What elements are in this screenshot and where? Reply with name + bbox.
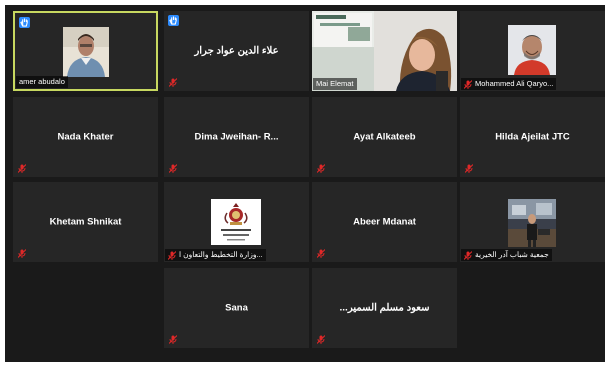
muted-mic-icon bbox=[169, 78, 177, 87]
video-tile-abeer[interactable]: Abeer Mdanat bbox=[312, 182, 457, 262]
participant-name-label: Mai Elemat bbox=[313, 78, 357, 90]
video-tile-dima[interactable]: Dima Jweihan- R... bbox=[164, 97, 309, 177]
muted-mic-icon bbox=[464, 79, 472, 89]
muted-mic-icon bbox=[317, 164, 325, 173]
participant-name-label: Mohammed Ali Qaryo... bbox=[461, 78, 557, 90]
participant-name-label: جمعية شباب آدر الخيرية bbox=[461, 249, 552, 261]
participant-photo bbox=[508, 199, 556, 247]
participant-photo bbox=[508, 25, 556, 75]
video-tile-hilda[interactable]: Hilda Ajeilat JTC bbox=[460, 97, 605, 177]
participant-name: Sana bbox=[225, 302, 248, 314]
ministry-logo bbox=[211, 199, 261, 245]
video-tile-ministry[interactable]: وزارة التخطيط والتعاون ا... bbox=[164, 182, 309, 262]
muted-mic-icon bbox=[169, 335, 177, 344]
muted-mic-icon bbox=[168, 250, 176, 260]
video-tile-mai[interactable]: Mai Elemat bbox=[312, 11, 457, 91]
muted-mic-icon bbox=[169, 164, 177, 173]
video-tile-adar[interactable]: جمعية شباب آدر الخيرية bbox=[460, 182, 605, 262]
participant-name: Hilda Ajeilat JTC bbox=[495, 131, 570, 143]
participant-name: Dima Jweihan- R... bbox=[194, 131, 279, 143]
participant-name: Nada Khater bbox=[57, 131, 114, 143]
video-tile-ayat[interactable]: Ayat Alkateeb bbox=[312, 97, 457, 177]
video-tile-khetam[interactable]: Khetam Shnikat bbox=[13, 182, 158, 262]
participant-name: علاء الدين عواد جرار bbox=[194, 45, 279, 57]
gallery-view: amer abudalo علاء الدين عواد جرار Mai El… bbox=[5, 5, 605, 362]
participant-name: ...سعود مسلم السمير bbox=[339, 302, 430, 314]
raised-hand-icon bbox=[168, 15, 179, 26]
video-tile-mohammed[interactable]: Mohammed Ali Qaryo... bbox=[460, 11, 605, 91]
muted-mic-icon bbox=[18, 249, 26, 258]
participant-photo bbox=[63, 27, 109, 77]
video-tile-nada[interactable]: Nada Khater bbox=[13, 97, 158, 177]
video-tile-amer[interactable]: amer abudalo bbox=[13, 11, 158, 91]
video-tile-alaa[interactable]: علاء الدين عواد جرار bbox=[164, 11, 309, 91]
muted-mic-icon bbox=[464, 250, 472, 260]
participant-name-label: amer abudalo bbox=[16, 76, 68, 88]
muted-mic-icon bbox=[317, 249, 325, 258]
participant-name: Ayat Alkateeb bbox=[353, 131, 416, 143]
muted-mic-icon bbox=[465, 164, 473, 173]
raised-hand-icon bbox=[19, 17, 30, 28]
video-tile-sana[interactable]: Sana bbox=[164, 268, 309, 348]
muted-mic-icon bbox=[18, 164, 26, 173]
muted-mic-icon bbox=[317, 335, 325, 344]
video-tile-saud[interactable]: ...سعود مسلم السمير bbox=[312, 268, 457, 348]
participant-name-label: وزارة التخطيط والتعاون ا... bbox=[165, 249, 266, 261]
participant-name: Abeer Mdanat bbox=[353, 216, 416, 228]
participant-name: Khetam Shnikat bbox=[49, 216, 122, 228]
